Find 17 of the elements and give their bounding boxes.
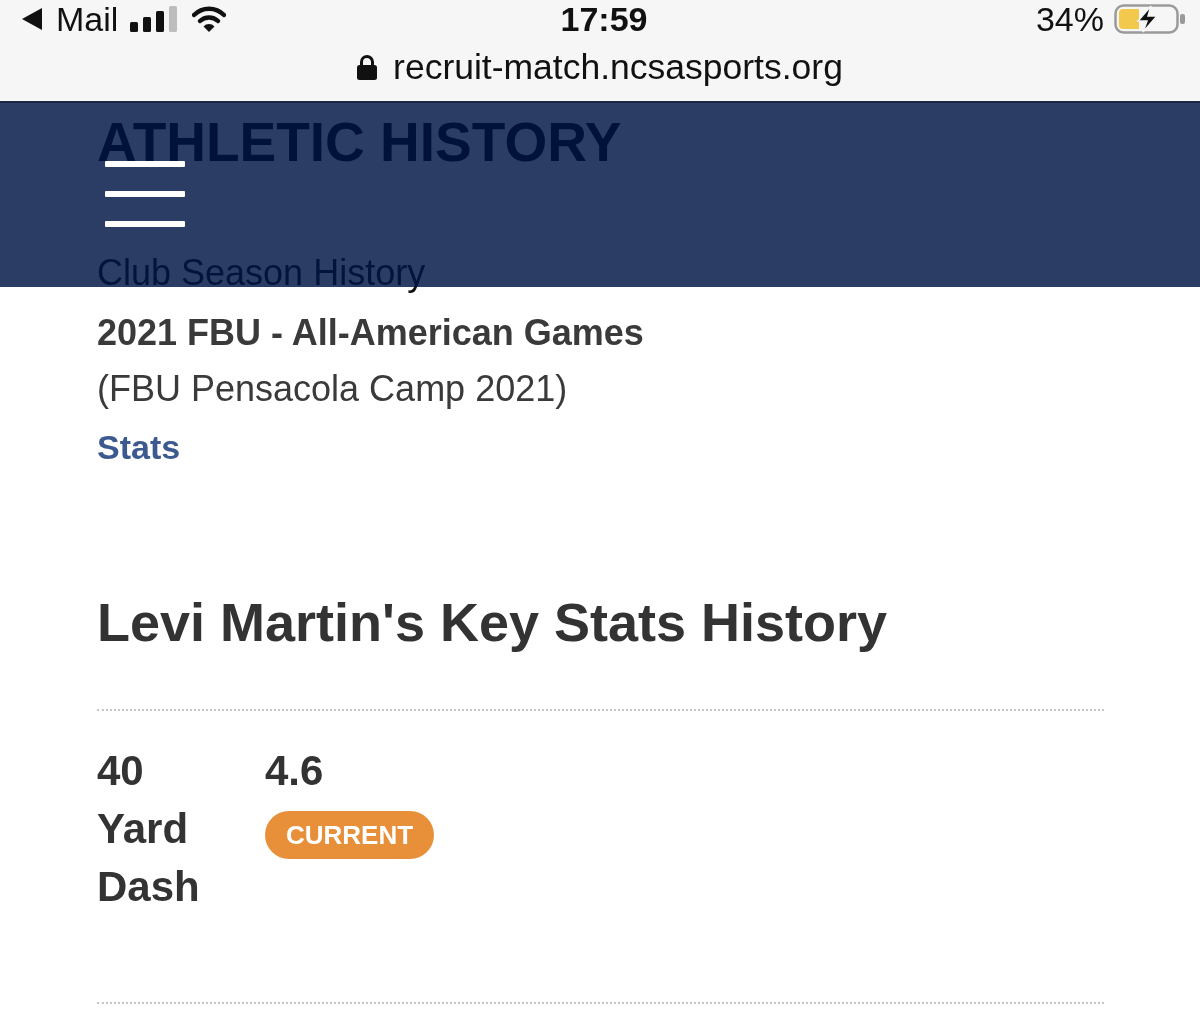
clock-time: 17:59 bbox=[560, 0, 648, 38]
battery-charging-icon bbox=[1114, 4, 1186, 34]
event-title: 2021 FBU - All-American Games bbox=[97, 311, 644, 354]
back-icon bbox=[22, 8, 42, 30]
event-subtitle: (FBU Pensacola Camp 2021) bbox=[97, 368, 568, 410]
address-url[interactable]: recruit-match.ncsasports.org bbox=[393, 46, 843, 87]
stats-link[interactable]: Stats bbox=[97, 428, 181, 468]
menu-icon bbox=[105, 161, 185, 227]
back-to-app-button[interactable]: Mail bbox=[22, 0, 119, 38]
stat-value: 4.6 bbox=[265, 745, 324, 796]
key-stats-heading: Levi Martin's Key Stats History bbox=[97, 590, 888, 653]
lock-icon bbox=[357, 53, 378, 80]
stat-label: 40 Yard Dash bbox=[97, 745, 201, 912]
battery-percent: 34% bbox=[1035, 0, 1104, 38]
current-badge: CURRENT bbox=[265, 810, 435, 859]
wifi-icon bbox=[192, 6, 227, 32]
menu-button[interactable] bbox=[105, 161, 185, 227]
